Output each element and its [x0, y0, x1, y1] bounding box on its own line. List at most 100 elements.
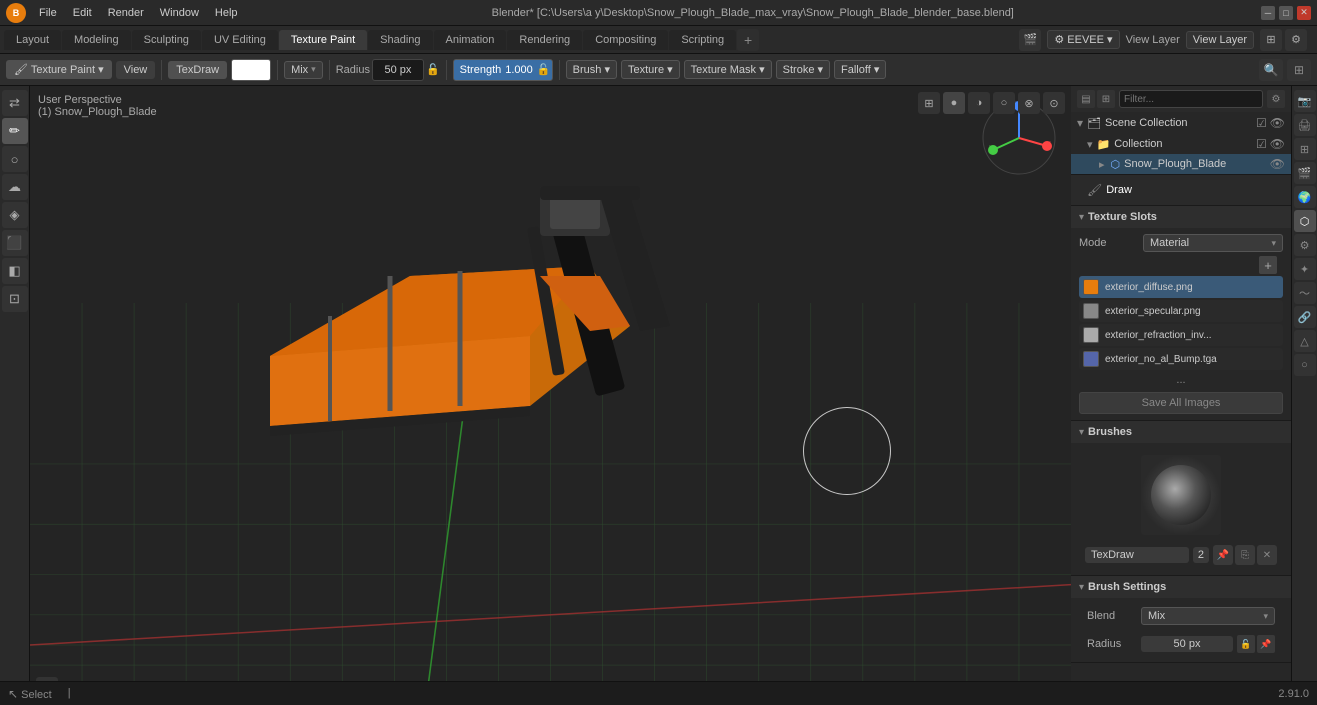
view-icon[interactable]: ⊞: [1260, 29, 1282, 51]
blend-settings-dropdown[interactable]: Mix ▾: [1141, 607, 1275, 625]
xray-toggle[interactable]: ⊙: [1043, 92, 1065, 114]
erase-tool[interactable]: ⊡: [2, 286, 28, 312]
tab-compositing[interactable]: Compositing: [583, 30, 668, 50]
tex-swatch-3: [1083, 351, 1099, 367]
prop-object-data-icon[interactable]: △: [1294, 330, 1316, 352]
tab-animation[interactable]: Animation: [434, 30, 507, 50]
tab-uv-editing[interactable]: UV Editing: [202, 30, 278, 50]
viewport-shading-solid[interactable]: ●: [943, 92, 965, 114]
left-nav-icon[interactable]: ⇄: [2, 90, 28, 116]
collection-eye[interactable]: 👁: [1270, 137, 1285, 151]
tab-layout[interactable]: Layout: [4, 30, 61, 50]
prop-object-icon[interactable]: ⬡: [1294, 210, 1316, 232]
brush-settings-header[interactable]: ▾ Brush Settings: [1071, 576, 1291, 598]
blend-chevron: ▾: [311, 64, 316, 75]
collection-expand-icon[interactable]: ▾: [1087, 138, 1093, 151]
prop-particles-icon[interactable]: ✦: [1294, 258, 1316, 280]
view-transform-icon[interactable]: ⊞: [918, 92, 940, 114]
tab-rendering[interactable]: Rendering: [507, 30, 582, 50]
toolbar-search-icon[interactable]: 🔍: [1259, 59, 1283, 81]
radius-bs-value[interactable]: 50 px: [1141, 636, 1233, 652]
radius-pin-icon[interactable]: 📌: [1257, 635, 1275, 653]
strength-slider[interactable]: Strength 1.000 🔓: [453, 59, 553, 81]
texture-slot-item-2[interactable]: exterior_refraction_inv...: [1079, 324, 1283, 346]
tab-sculpting[interactable]: Sculpting: [132, 30, 201, 50]
texture-dropdown[interactable]: Texture ▾: [621, 60, 680, 79]
texture-mask-dropdown[interactable]: Texture Mask ▾: [684, 60, 772, 79]
outliner-settings-icon[interactable]: ⚙: [1267, 90, 1285, 108]
radius-lock-icon[interactable]: 🔓: [1237, 635, 1255, 653]
tab-shading[interactable]: Shading: [368, 30, 432, 50]
scene-selector[interactable]: 🎬: [1019, 29, 1041, 51]
prop-modifier-icon[interactable]: ⚙: [1294, 234, 1316, 256]
add-tab-button[interactable]: +: [737, 29, 759, 51]
mode-dropdown[interactable]: Material ▾: [1143, 234, 1283, 252]
prop-output-icon[interactable]: 🖨: [1294, 114, 1316, 136]
texture-slots-header[interactable]: ▾ Texture Slots: [1071, 206, 1291, 228]
object-row[interactable]: ▸ ⬡ Snow_Plough_Blade 👁: [1071, 154, 1291, 174]
menu-window[interactable]: Window: [153, 5, 206, 21]
brush-name[interactable]: TexDraw: [1085, 547, 1189, 563]
prop-render-icon[interactable]: 📷: [1294, 90, 1316, 112]
prop-view-layer-icon[interactable]: ⊞: [1294, 138, 1316, 160]
view-button[interactable]: View: [116, 61, 156, 79]
view-layer-dropdown[interactable]: View Layer: [1186, 31, 1254, 49]
save-all-images-button[interactable]: Save All Images: [1079, 392, 1283, 414]
scene-collection-checkbox[interactable]: ☑: [1256, 116, 1267, 130]
prop-world-icon[interactable]: 🌍: [1294, 186, 1316, 208]
brush-pin-icon[interactable]: 📌: [1213, 545, 1233, 565]
menu-edit[interactable]: Edit: [66, 5, 99, 21]
stroke-dropdown[interactable]: Stroke ▾: [776, 60, 830, 79]
close-button[interactable]: ✕: [1297, 6, 1311, 20]
smear-tool[interactable]: ☁: [2, 174, 28, 200]
engine-dropdown[interactable]: ⚙ EEVEE ▾: [1047, 30, 1119, 49]
texture-slot-item-0[interactable]: exterior_diffuse.png: [1079, 276, 1283, 298]
prop-physics-icon[interactable]: 〜: [1294, 282, 1316, 304]
scene-collection-expand-icon[interactable]: ▾: [1077, 116, 1083, 130]
more-textures[interactable]: ...: [1079, 372, 1283, 388]
radius-lock-icon[interactable]: 🔓: [426, 63, 440, 76]
mask-tool[interactable]: ◧: [2, 258, 28, 284]
radius-input[interactable]: [372, 59, 424, 81]
viewport-shading-material[interactable]: ◑: [968, 92, 990, 114]
menu-render[interactable]: Render: [101, 5, 151, 21]
color-swatch[interactable]: [231, 59, 271, 81]
overlay-toggle[interactable]: ⊗: [1018, 92, 1040, 114]
viewport[interactable]: User Perspective (1) Snow_Plough_Blade Z…: [30, 86, 1071, 705]
outliner-search[interactable]: [1119, 90, 1263, 108]
brush-type-button[interactable]: TexDraw: [168, 61, 227, 79]
mode-selector[interactable]: 🖌 Texture Paint ▾: [6, 60, 112, 79]
minimize-button[interactable]: ─: [1261, 6, 1275, 20]
strength-lock-icon[interactable]: 🔓: [537, 63, 551, 76]
soften-tool[interactable]: ○: [2, 146, 28, 172]
filter-icon[interactable]: ⊞: [1287, 59, 1311, 81]
scene-collection-eye[interactable]: 👁: [1270, 116, 1285, 130]
outliner-type-icon[interactable]: ▤: [1077, 90, 1095, 108]
object-eye[interactable]: 👁: [1270, 157, 1285, 171]
tab-modeling[interactable]: Modeling: [62, 30, 131, 50]
viewport-shading-rendered[interactable]: ○: [993, 92, 1015, 114]
clone-tool[interactable]: ◈: [2, 202, 28, 228]
brush-copy-icon[interactable]: ⎘: [1235, 545, 1255, 565]
outliner-filter-icon[interactable]: ⊞: [1097, 90, 1115, 108]
collection-checkbox[interactable]: ☑: [1256, 137, 1267, 151]
header-settings-icon[interactable]: ⚙: [1285, 29, 1307, 51]
prop-material-icon[interactable]: ○: [1294, 354, 1316, 376]
falloff-dropdown[interactable]: Falloff ▾: [834, 60, 886, 79]
brushes-header[interactable]: ▾ Brushes: [1071, 421, 1291, 443]
prop-scene-icon[interactable]: 🎬: [1294, 162, 1316, 184]
brush-dropdown[interactable]: Brush ▾: [566, 60, 617, 79]
maximize-button[interactable]: □: [1279, 6, 1293, 20]
tab-scripting[interactable]: Scripting: [669, 30, 736, 50]
add-texture-slot-button[interactable]: +: [1259, 256, 1277, 274]
menu-file[interactable]: File: [32, 5, 64, 21]
draw-tool[interactable]: ✏: [2, 118, 28, 144]
fill-tool[interactable]: ⬛: [2, 230, 28, 256]
brush-delete-icon[interactable]: ✕: [1257, 545, 1277, 565]
blend-dropdown[interactable]: Mix ▾: [284, 61, 323, 79]
tab-texture-paint[interactable]: Texture Paint: [279, 30, 367, 50]
menu-help[interactable]: Help: [208, 5, 245, 21]
texture-slot-item-3[interactable]: exterior_no_al_Bump.tga: [1079, 348, 1283, 370]
prop-constraints-icon[interactable]: 🔗: [1294, 306, 1316, 328]
texture-slot-item-1[interactable]: exterior_specular.png: [1079, 300, 1283, 322]
